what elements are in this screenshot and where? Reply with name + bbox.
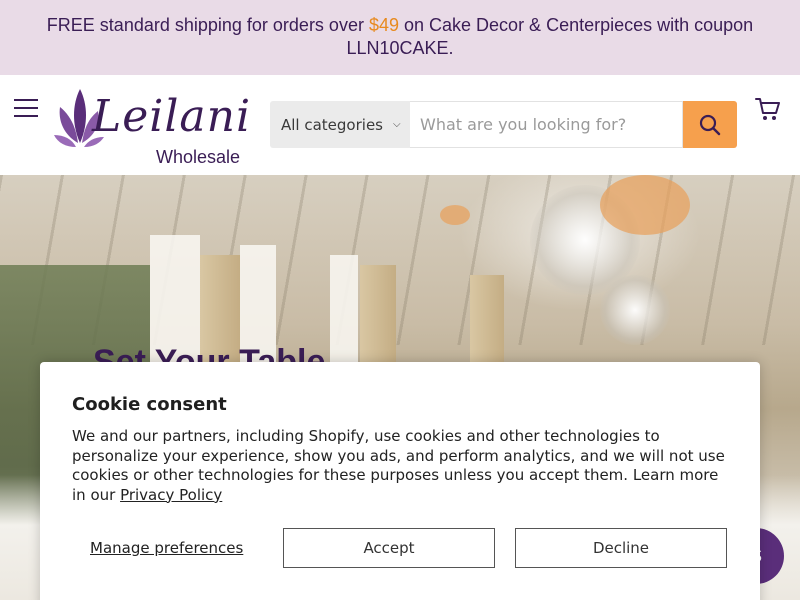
accept-button[interactable]: Accept: [283, 528, 495, 568]
cookie-consent-body: We and our partners, including Shopify, …: [72, 427, 728, 505]
hero-flowers: [440, 205, 470, 225]
search-bar: All categories ⌵: [270, 101, 737, 148]
privacy-policy-link[interactable]: Privacy Policy: [120, 486, 222, 504]
promo-banner: FREE standard shipping for orders over $…: [0, 0, 800, 75]
category-select[interactable]: All categories ⌵: [270, 101, 410, 148]
cart-icon[interactable]: [754, 95, 782, 123]
site-header: Leilani Wholesale All categories ⌵: [0, 75, 800, 175]
search-input[interactable]: [410, 101, 683, 148]
promo-text-after: on Cake Decor & Centerpieces with coupon…: [346, 15, 754, 58]
cookie-actions: Manage preferences Accept Decline: [72, 528, 728, 568]
logo-wordmark: Leilani: [92, 91, 252, 142]
search-button[interactable]: [683, 101, 737, 148]
chevron-down-icon: ⌵: [393, 119, 401, 130]
hamburger-menu-icon[interactable]: [14, 99, 38, 117]
cookie-consent-title: Cookie consent: [72, 394, 227, 415]
manage-preferences-link[interactable]: Manage preferences: [90, 539, 243, 557]
promo-text-before: FREE standard shipping for orders over: [46, 15, 369, 35]
site-logo[interactable]: Leilani Wholesale: [54, 85, 259, 169]
logo-subtitle: Wholesale: [156, 147, 241, 167]
category-select-label: All categories: [281, 115, 383, 134]
hero-flowers: [600, 175, 690, 235]
decline-button[interactable]: Decline: [515, 528, 727, 568]
promo-price: $49: [368, 15, 399, 35]
search-icon: [699, 114, 721, 135]
cookie-consent-dialog: Cookie consent We and our partners, incl…: [40, 362, 760, 600]
hero-chandelier: [600, 275, 670, 345]
